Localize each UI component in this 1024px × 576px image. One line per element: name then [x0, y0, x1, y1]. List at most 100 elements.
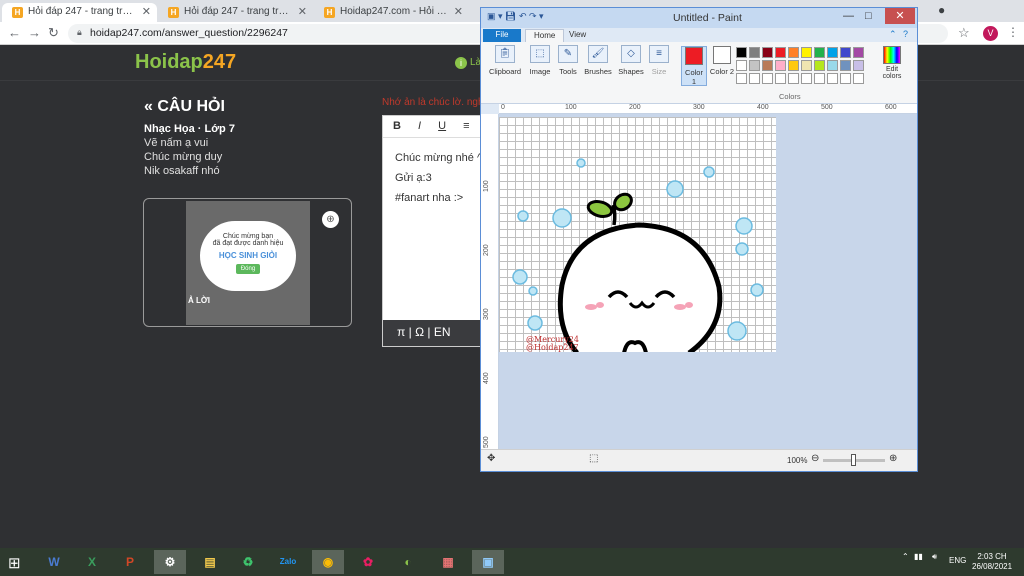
editor-text-line[interactable]: Chúc mừng nhé ^^	[395, 152, 487, 164]
edit-colors-button[interactable]: Edit colors	[879, 46, 905, 80]
question-image[interactable]: Chúc mừng bạn đã đạt được danh hiệu HỌC …	[186, 201, 310, 325]
image-group[interactable]: ⬚ Image	[527, 45, 553, 76]
close-tab-icon[interactable]: ✕	[454, 5, 463, 18]
palette-color-swatch[interactable]	[853, 60, 864, 71]
color-palette[interactable]	[736, 47, 876, 86]
palette-color-swatch[interactable]	[775, 73, 786, 84]
browser-tab-3[interactable]: H Hoidap247.com - Hỏi đáp online ✕	[314, 3, 469, 22]
zoom-image-icon[interactable]: ⊕	[322, 211, 339, 228]
palette-color-swatch[interactable]	[762, 60, 773, 71]
language-indicator[interactable]: ENG	[949, 556, 966, 565]
palette-color-swatch[interactable]	[801, 47, 812, 58]
tray-expand-icon[interactable]: ⌃	[902, 552, 909, 561]
answer-hint: Nhớ ản là chúc lờ. ngh	[382, 97, 484, 108]
palette-color-swatch[interactable]	[827, 73, 838, 84]
palette-color-swatch[interactable]	[762, 73, 773, 84]
windows-start-icon[interactable]: ⊞	[8, 554, 21, 572]
close-tab-icon[interactable]: ✕	[298, 5, 307, 18]
palette-color-swatch[interactable]	[749, 73, 760, 84]
maximize-icon[interactable]: □	[865, 10, 872, 22]
forward-icon[interactable]: →	[28, 25, 41, 40]
minimize-icon[interactable]: —	[843, 10, 854, 22]
site-logo[interactable]: Hoidap247	[135, 51, 236, 74]
tab-file[interactable]: File	[483, 29, 521, 42]
palette-color-swatch[interactable]	[736, 60, 747, 71]
palette-color-swatch[interactable]	[814, 60, 825, 71]
size-group[interactable]: ≡ Size	[647, 45, 671, 76]
answer-editor[interactable]: B I U ≡ Chúc mừng nhé ^^ Gửi ạ:3 #fanart…	[382, 115, 491, 347]
zalo-icon[interactable]: Zalo	[272, 550, 304, 574]
zoom-slider-thumb[interactable]	[851, 454, 856, 466]
palette-color-swatch[interactable]	[840, 47, 851, 58]
flower-app-icon[interactable]: ✿	[352, 550, 384, 574]
palette-color-swatch[interactable]	[788, 47, 799, 58]
drawing-canvas[interactable]: @Mercury24 @Hoidap247	[499, 117, 776, 352]
file-explorer-icon[interactable]: ▤	[194, 550, 226, 574]
store-icon[interactable]: ♻	[232, 550, 264, 574]
palette-color-swatch[interactable]	[853, 73, 864, 84]
question-image-box[interactable]: Chúc mừng bạn đã đạt được danh hiệu HỌC …	[143, 198, 352, 327]
palette-color-swatch[interactable]	[814, 73, 825, 84]
palette-color-swatch[interactable]	[827, 60, 838, 71]
network-icon[interactable]: ▮▮	[914, 552, 923, 561]
editor-text-line[interactable]: Gửi ạ:3	[395, 172, 432, 184]
volume-icon[interactable]: 🔊︎	[932, 552, 937, 562]
zoom-in-icon[interactable]: ⊕	[889, 453, 897, 464]
palette-color-swatch[interactable]	[814, 47, 825, 58]
back-icon[interactable]: ←	[8, 25, 21, 40]
color2-selector[interactable]: Color 2	[709, 46, 735, 86]
palette-color-swatch[interactable]	[749, 60, 760, 71]
powerpoint-icon[interactable]: P	[114, 550, 146, 574]
tab-view[interactable]: View	[561, 29, 594, 42]
align-button[interactable]: ≡	[463, 120, 469, 132]
paint-titlebar[interactable]: ▣ ▾ 💾︎ ↶ ↷ ▾ Untitled - Paint — □ ✕	[481, 8, 917, 28]
palette-color-swatch[interactable]	[736, 47, 747, 58]
excel-icon[interactable]: X	[76, 550, 108, 574]
quick-access-icons[interactable]: ▣ ▾ 💾︎ ↶ ↷ ▾	[487, 11, 544, 22]
archive-app-icon[interactable]: ▦	[432, 550, 464, 574]
clipboard-group[interactable]: 📋︎ Clipboard	[487, 45, 523, 76]
profile-avatar[interactable]: V	[983, 26, 998, 41]
palette-color-swatch[interactable]	[788, 73, 799, 84]
settings-app-icon[interactable]: ⚙	[154, 550, 186, 574]
palette-color-swatch[interactable]	[736, 73, 747, 84]
palette-color-swatch[interactable]	[788, 60, 799, 71]
palette-color-swatch[interactable]	[853, 47, 864, 58]
editor-text-line[interactable]: #fanart nha :>	[395, 192, 463, 204]
palette-color-swatch[interactable]	[801, 73, 812, 84]
italic-button[interactable]: I	[418, 120, 421, 132]
chrome-icon[interactable]: ◉	[312, 550, 344, 574]
palette-color-swatch[interactable]	[827, 47, 838, 58]
color1-selector[interactable]: Color 1	[681, 46, 707, 86]
browser-tab-2[interactable]: H Hỏi đáp 247 - trang tra loi ✕	[158, 3, 313, 22]
close-tab-icon[interactable]: ✕	[142, 5, 151, 18]
browser-tab-1[interactable]: H Hỏi đáp 247 - trang tra loi ✕	[2, 3, 157, 22]
palette-color-swatch[interactable]	[801, 60, 812, 71]
zoom-out-icon[interactable]: ⊖	[811, 453, 819, 464]
cursor-position-icon: ✥	[487, 453, 496, 464]
paint-app-icon[interactable]: ▣	[472, 550, 504, 574]
close-icon[interactable]: ✕	[885, 8, 915, 24]
browser-record-icon[interactable]: ●	[938, 3, 945, 17]
bookmark-star-icon[interactable]: ☆	[958, 25, 970, 41]
palette-color-swatch[interactable]	[749, 47, 760, 58]
help-icon[interactable]: ?	[903, 29, 908, 39]
bold-button[interactable]: B	[393, 120, 401, 132]
word-icon[interactable]: W	[38, 550, 70, 574]
palette-color-swatch[interactable]	[840, 60, 851, 71]
palette-color-swatch[interactable]	[775, 60, 786, 71]
green-app-icon[interactable]: ◐	[392, 550, 424, 574]
palette-color-swatch[interactable]	[775, 47, 786, 58]
palette-color-swatch[interactable]	[762, 47, 773, 58]
brushes-group[interactable]: 🖌︎ Brushes	[583, 45, 613, 76]
tab-home[interactable]: Home	[525, 29, 565, 42]
shapes-group[interactable]: ◇ Shapes	[617, 45, 645, 76]
palette-color-swatch[interactable]	[840, 73, 851, 84]
editor-symbol-bar[interactable]: π | Ω | EN	[383, 320, 491, 346]
reload-icon[interactable]: ↻	[48, 25, 59, 41]
system-clock[interactable]: 2:03 CH 26/08/2021	[972, 552, 1012, 572]
browser-menu-icon[interactable]: ⋮	[1007, 25, 1019, 39]
collapse-ribbon-icon[interactable]: ⌃	[889, 29, 897, 40]
underline-button[interactable]: U	[438, 120, 446, 132]
tools-group[interactable]: ✎ Tools	[556, 45, 580, 76]
